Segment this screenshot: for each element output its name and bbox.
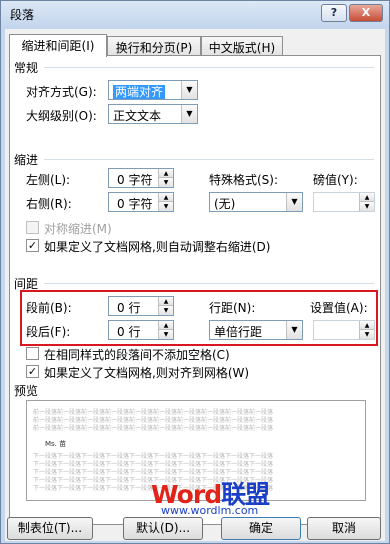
line-spacing-select[interactable]: 单倍行距 ▼ [209,320,303,340]
paragraph-dialog: 段落 ? X 缩进和间距(I) 换行和分页(P) 中文版式(H) 常规 对齐方式… [0,0,390,544]
spin-down-icon[interactable]: ▼ [159,330,173,339]
preview-sample-text: Ms. 苗 [45,440,67,448]
spin-down-icon[interactable]: ▼ [159,306,173,315]
tab-asian-typography[interactable]: 中文版式(H) [201,36,283,55]
set-default-button[interactable]: 默认(D)... [123,517,203,540]
auto-adjust-indent-checkbox[interactable]: ✓ [26,239,39,252]
space-before-value: 0 行 [117,301,141,315]
spin-up-icon[interactable]: ▲ [159,321,173,330]
tab-panel: 常规 对齐方式(G): 两端对齐 ▼ 大纲级别(O): 正文文本 ▼ 缩进 左侧… [9,55,381,525]
align-label: 对齐方式(G): [26,85,97,99]
section-general: 常规 [14,61,39,75]
spacing-at-label: 设置值(A): [310,301,368,315]
spin-up-icon[interactable]: ▲ [159,193,173,202]
indent-by-label: 磅值(Y): [313,173,358,187]
spin-down-icon[interactable]: ▼ [159,178,173,187]
indent-right-value: 0 字符 [117,197,153,211]
indent-by-spinner[interactable]: ▲ ▼ [313,192,375,212]
space-after-value: 0 行 [117,325,141,339]
indent-left-label: 左侧(L): [26,173,71,187]
outline-label: 大纲级别(O): [26,109,97,123]
mirror-indent-label: 对称缩进(M) [44,222,112,236]
indent-left-spinner[interactable]: 0 字符 ▲ ▼ [108,168,174,188]
chevron-down-icon[interactable]: ▼ [181,81,197,99]
ok-button[interactable]: 确定 [221,517,301,540]
outline-value: 正文文本 [113,109,162,123]
no-space-same-style-label: 在相同样式的段落间不添加空格(C) [44,348,230,362]
space-after-label: 段后(F): [26,325,71,339]
line-spacing-label: 行距(N): [209,301,256,315]
spin-up-icon[interactable]: ▲ [360,321,374,330]
chevron-down-icon[interactable]: ▼ [286,193,302,211]
section-preview: 预览 [14,384,39,398]
checkmark-icon: ✓ [27,239,38,252]
alignment-value: 两端对齐 [113,85,166,99]
no-space-same-style-checkbox[interactable] [26,347,39,360]
chevron-down-icon[interactable]: ▼ [286,321,302,339]
preview-previous-paragraph: 前一段落前一段落前一段落前一段落前一段落前一段落前一段落前一段落前一段落前一段落 [33,425,274,432]
spacing-at-spinner[interactable]: ▲ ▼ [313,320,375,340]
indent-left-value: 0 字符 [117,173,153,187]
indent-right-spinner[interactable]: 0 字符 ▲ ▼ [108,192,174,212]
spin-up-icon[interactable]: ▲ [159,169,173,178]
snap-to-grid-label: 如果定义了文档网格,则对齐到网格(W) [44,366,250,380]
space-after-spinner[interactable]: 0 行 ▲ ▼ [108,320,174,340]
dialog-title: 段落 [10,8,35,22]
section-indent: 缩进 [14,153,39,167]
mirror-indent-checkbox[interactable] [26,221,39,234]
spin-up-icon[interactable]: ▲ [159,297,173,306]
indent-right-label: 右侧(R): [26,197,72,211]
line-spacing-value: 单倍行距 [214,325,263,339]
auto-adjust-indent-label: 如果定义了文档网格,则自动调整右缩进(D) [44,240,271,254]
alignment-select[interactable]: 两端对齐 ▼ [108,80,198,100]
close-button[interactable]: X [349,4,383,22]
tabs-button[interactable]: 制表位(T)... [7,517,93,540]
spin-down-icon[interactable]: ▼ [360,330,374,339]
special-indent-label: 特殊格式(S): [209,173,279,187]
checkmark-icon: ✓ [27,365,38,378]
tab-line-page-breaks[interactable]: 换行和分页(P) [107,36,201,55]
divider [44,159,374,160]
divider [44,283,374,284]
special-indent-value: (无) [214,197,236,211]
snap-to-grid-checkbox[interactable]: ✓ [26,365,39,378]
divider [44,67,374,68]
spin-down-icon[interactable]: ▼ [360,202,374,211]
spin-down-icon[interactable]: ▼ [159,202,173,211]
spin-up-icon[interactable]: ▲ [360,193,374,202]
outline-level-select[interactable]: 正文文本 ▼ [108,104,198,124]
help-button[interactable]: ? [321,4,347,22]
watermark-url: www.wordlm.com [161,504,259,517]
space-before-spinner[interactable]: 0 行 ▲ ▼ [108,296,174,316]
chevron-down-icon[interactable]: ▼ [181,105,197,123]
cancel-button[interactable]: 取消 [307,517,381,540]
dialog-body: 缩进和间距(I) 换行和分页(P) 中文版式(H) 常规 对齐方式(G): 两端… [5,29,385,541]
tab-indent-spacing[interactable]: 缩进和间距(I) [9,34,107,57]
space-before-label: 段前(B): [26,301,72,315]
special-indent-select[interactable]: (无) ▼ [209,192,303,212]
title-bar[interactable]: 段落 ? X [1,1,389,28]
